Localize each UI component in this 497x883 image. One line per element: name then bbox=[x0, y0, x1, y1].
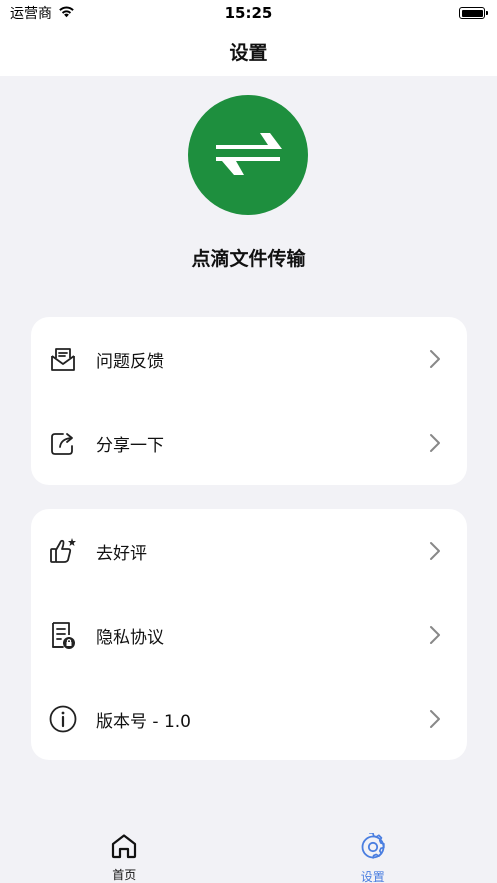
app-logo bbox=[188, 95, 308, 215]
share-icon bbox=[48, 428, 78, 458]
chevron-right-icon bbox=[428, 541, 442, 561]
app-name: 点滴文件传输 bbox=[191, 248, 306, 270]
nav-bar: 设置 bbox=[0, 26, 497, 76]
privacy-label: 隐私协议 bbox=[96, 627, 164, 648]
thumbs-up-star-icon bbox=[48, 536, 78, 566]
home-icon bbox=[110, 833, 138, 863]
settings-group-1: 问题反馈 分享一下 bbox=[31, 317, 467, 485]
version-row[interactable]: 版本号 - 1.0 bbox=[31, 677, 467, 761]
chevron-right-icon bbox=[428, 433, 442, 453]
status-left: 运营商 bbox=[10, 3, 75, 23]
mail-feedback-icon bbox=[48, 344, 78, 374]
rate-row[interactable]: 去好评 bbox=[31, 509, 467, 593]
info-icon bbox=[48, 704, 78, 734]
share-row[interactable]: 分享一下 bbox=[31, 401, 467, 485]
feedback-row[interactable]: 问题反馈 bbox=[31, 317, 467, 401]
battery-icon bbox=[459, 7, 488, 19]
page-title: 设置 bbox=[229, 41, 268, 64]
chevron-right-icon bbox=[428, 625, 442, 645]
gear-icon bbox=[359, 832, 387, 865]
share-label: 分享一下 bbox=[96, 435, 164, 456]
transfer-arrows-icon bbox=[188, 95, 308, 215]
tab-home-label: 首页 bbox=[112, 868, 137, 882]
tab-settings-label: 设置 bbox=[360, 870, 385, 883]
wifi-icon bbox=[58, 5, 75, 22]
chevron-right-icon bbox=[428, 709, 442, 729]
tab-settings[interactable]: 设置 bbox=[249, 820, 497, 883]
chevron-right-icon bbox=[428, 349, 442, 369]
settings-group-2: 去好评 隐私协议 版本号 - 1.0 bbox=[31, 509, 467, 760]
rate-label: 去好评 bbox=[96, 543, 147, 564]
carrier-label: 运营商 bbox=[10, 6, 52, 22]
privacy-document-icon bbox=[48, 620, 78, 650]
tab-bar: 首页 设置 bbox=[0, 820, 497, 883]
privacy-row[interactable]: 隐私协议 bbox=[31, 593, 467, 677]
feedback-label: 问题反馈 bbox=[96, 351, 164, 372]
tab-home[interactable]: 首页 bbox=[0, 820, 249, 883]
version-label: 版本号 - 1.0 bbox=[96, 711, 191, 732]
status-bar: 运营商 15:25 bbox=[0, 0, 497, 26]
